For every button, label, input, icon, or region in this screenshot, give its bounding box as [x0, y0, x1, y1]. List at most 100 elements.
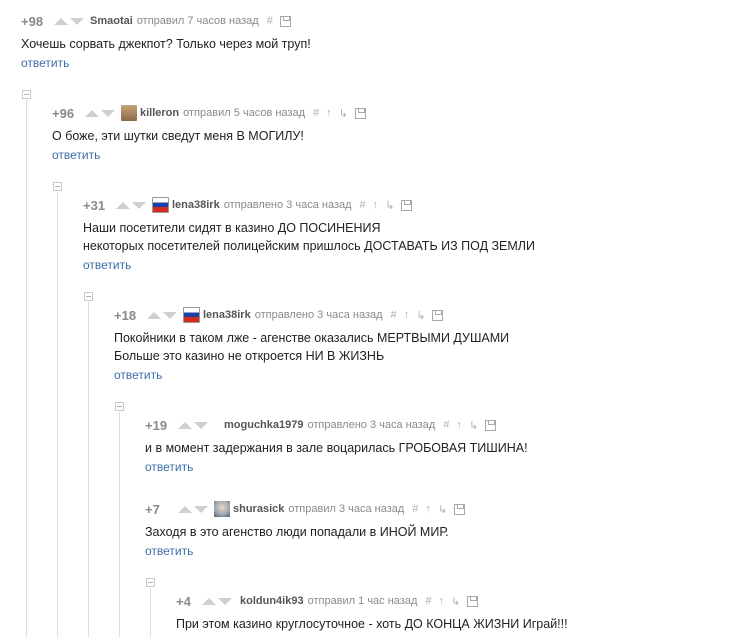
comment-text: При этом казино круглосуточное - хоть ДО… — [176, 615, 568, 633]
comment-text: Хочешь сорвать джекпот? Только через мой… — [21, 35, 311, 53]
comment-header: +96 killeron отправил 5 часов назад # ↑ … — [52, 104, 366, 122]
comment-line: некоторых посетителей полицейским пришло… — [83, 239, 535, 253]
branch-icon[interactable]: ↳ — [339, 107, 348, 120]
comment-header: +31 lena38irk отправлено 3 часа назад # … — [83, 196, 535, 214]
comment-line: Покойники в таком лже - агенстве оказали… — [114, 331, 510, 345]
reply-link[interactable]: ответить — [83, 258, 131, 272]
thread-line — [57, 192, 58, 637]
link-icon[interactable]: # — [391, 309, 397, 321]
link-icon[interactable]: # — [360, 199, 366, 211]
comment-text: Покойники в таком лже - агенстве оказали… — [114, 329, 509, 365]
comment: +31 lena38irk отправлено 3 часа назад # … — [83, 196, 535, 274]
vote-up-icon[interactable] — [147, 311, 161, 319]
vote-down-icon[interactable] — [194, 421, 208, 429]
avatar[interactable] — [121, 105, 137, 121]
branch-icon[interactable]: ↳ — [451, 595, 460, 608]
score: +98 — [21, 13, 44, 29]
comment-line: При этом казино круглосуточное - хоть ДО… — [176, 617, 568, 631]
timestamp: отправлено 3 часа назад — [223, 199, 352, 211]
branch-icon[interactable]: ↳ — [469, 419, 478, 432]
comment-line: и в момент задержания в зале воцарилась … — [145, 441, 528, 455]
save-icon[interactable] — [432, 309, 444, 321]
link-icon[interactable]: # — [313, 107, 319, 119]
save-icon[interactable] — [401, 199, 413, 211]
collapse-icon[interactable] — [146, 578, 155, 587]
vote-down-icon[interactable] — [194, 505, 208, 513]
comments-thread: +98 Smaotai отправил 7 часов назад # Хоч… — [0, 0, 747, 637]
thread-line — [26, 100, 27, 637]
timestamp: отправил 7 часов назад — [136, 15, 259, 27]
timestamp: отправил 1 час назад — [307, 595, 418, 607]
timestamp: отправил 5 часов назад — [183, 107, 306, 119]
vote-up-icon[interactable] — [116, 201, 130, 209]
comment: +19 moguchka1979 отправлено 3 часа назад… — [145, 416, 528, 476]
username[interactable]: moguchka1979 — [224, 419, 303, 431]
username[interactable]: Smaotai — [90, 15, 133, 27]
vote-up-icon[interactable] — [85, 109, 99, 117]
vote-down-icon[interactable] — [132, 201, 146, 209]
vote-down-icon[interactable] — [101, 109, 115, 117]
username[interactable]: lena38irk — [203, 309, 251, 321]
score: +18 — [114, 307, 137, 323]
comment-text: Наши посетители сидят в казино ДО ПОСИНЕ… — [83, 219, 535, 255]
avatar[interactable] — [152, 197, 169, 213]
link-icon[interactable]: # — [425, 595, 431, 607]
parent-icon[interactable]: ↑ — [404, 309, 410, 321]
reply-link[interactable]: ответить — [52, 148, 100, 162]
reply-link[interactable]: ответить — [145, 544, 193, 558]
reply-link[interactable]: ответить — [114, 368, 162, 382]
branch-icon[interactable]: ↳ — [438, 503, 447, 516]
collapse-icon[interactable] — [115, 402, 124, 411]
vote-down-icon[interactable] — [218, 597, 232, 605]
username[interactable]: lena38irk — [172, 199, 220, 211]
branch-icon[interactable]: ↳ — [385, 199, 394, 212]
parent-icon[interactable]: ↑ — [456, 419, 462, 431]
comment-header: +19 moguchka1979 отправлено 3 часа назад… — [145, 416, 528, 434]
vote-up-icon[interactable] — [54, 17, 68, 25]
score: +7 — [145, 501, 160, 517]
parent-icon[interactable]: ↑ — [425, 503, 431, 515]
collapse-icon[interactable] — [53, 182, 62, 191]
save-icon[interactable] — [354, 107, 366, 119]
save-icon[interactable] — [467, 595, 479, 607]
timestamp: отправлено 3 часа назад — [307, 419, 436, 431]
comment-header: +7 shurasick отправил 3 часа назад # ↑ ↳ — [145, 500, 466, 518]
timestamp: отправлено 3 часа назад — [254, 309, 383, 321]
vote-up-icon[interactable] — [178, 421, 192, 429]
comment-header: +4 koldun4ik93 отправил 1 час назад # ↑ … — [176, 592, 568, 610]
thread-line — [88, 302, 89, 637]
avatar[interactable] — [183, 307, 200, 323]
save-icon[interactable] — [485, 419, 497, 431]
score: +19 — [145, 417, 168, 433]
thread-line — [150, 588, 151, 637]
parent-icon[interactable]: ↑ — [439, 595, 445, 607]
score: +31 — [83, 197, 106, 213]
collapse-icon[interactable] — [22, 90, 31, 99]
branch-icon[interactable]: ↳ — [416, 309, 425, 322]
save-icon[interactable] — [454, 503, 466, 515]
link-icon[interactable]: # — [443, 419, 449, 431]
comment-line: О боже, эти шутки сведут меня В МОГИЛУ! — [52, 129, 304, 143]
comment-header: +98 Smaotai отправил 7 часов назад # — [21, 12, 311, 30]
timestamp: отправил 3 часа назад — [288, 503, 405, 515]
comment: +4 koldun4ik93 отправил 1 час назад # ↑ … — [176, 592, 568, 633]
username[interactable]: koldun4ik93 — [240, 595, 304, 607]
link-icon[interactable]: # — [267, 15, 273, 27]
vote-up-icon[interactable] — [178, 505, 192, 513]
reply-link[interactable]: ответить — [145, 460, 193, 474]
avatar[interactable] — [214, 501, 230, 517]
vote-down-icon[interactable] — [163, 311, 177, 319]
reply-link[interactable]: ответить — [21, 56, 69, 70]
parent-icon[interactable]: ↑ — [373, 199, 379, 211]
comment: +7 shurasick отправил 3 часа назад # ↑ ↳… — [145, 500, 466, 560]
vote-down-icon[interactable] — [70, 17, 84, 25]
comment: +98 Smaotai отправил 7 часов назад # Хоч… — [21, 12, 311, 72]
vote-up-icon[interactable] — [202, 597, 216, 605]
parent-icon[interactable]: ↑ — [326, 107, 332, 119]
username[interactable]: shurasick — [233, 503, 284, 515]
save-icon[interactable] — [279, 15, 291, 27]
collapse-icon[interactable] — [84, 292, 93, 301]
comment-text: Заходя в это агенство люди попадали в ИН… — [145, 523, 465, 541]
username[interactable]: killeron — [140, 107, 179, 119]
link-icon[interactable]: # — [412, 503, 418, 515]
